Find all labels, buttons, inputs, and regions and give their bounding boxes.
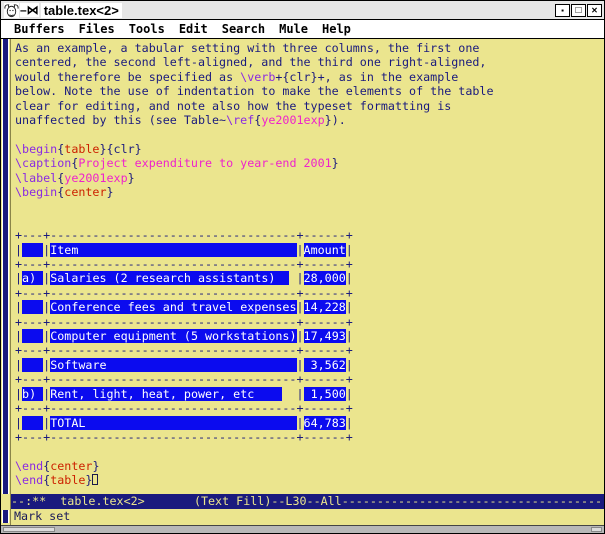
paragraph-line: As an example, a tabular setting with th… xyxy=(15,41,604,55)
vertical-scrollbar-thumb[interactable] xyxy=(2,39,9,494)
menu-files[interactable]: Files xyxy=(79,22,115,36)
menu-mule[interactable]: Mule xyxy=(279,22,308,36)
text-cursor xyxy=(92,474,98,485)
title-bar[interactable]: –⋈ table.tex<2> ▪ □ ✕ xyxy=(1,1,604,20)
table-border: +---+-----------------------------------… xyxy=(15,228,604,242)
table-row: |b) |Rent, light, heat, power, etc | 1,5… xyxy=(15,387,604,401)
menu-help[interactable]: Help xyxy=(322,22,351,36)
mode-line: --:** table.tex<2> (Text Fill)--L30--All… xyxy=(11,494,604,509)
table-border: +---+-----------------------------------… xyxy=(15,372,604,386)
table-border: +---+-----------------------------------… xyxy=(15,343,604,357)
minimize-button[interactable]: ▪ xyxy=(555,4,570,17)
table-border: +---+-----------------------------------… xyxy=(15,257,604,271)
table-border: +---+-----------------------------------… xyxy=(15,430,604,444)
blank-line xyxy=(15,199,604,213)
title-decoration: –⋈ xyxy=(20,3,39,17)
paragraph-line: centered, the second left-aligned, and t… xyxy=(15,55,604,69)
paragraph-line: below. Note the use of indentation to ma… xyxy=(15,84,604,98)
menu-buffers[interactable]: Buffers xyxy=(14,22,65,36)
buffer-text-area[interactable]: As an example, a tabular setting with th… xyxy=(11,39,604,494)
menu-bar: Buffers Files Tools Edit Search Mule Hel… xyxy=(1,20,604,39)
table-row: |a) |Salaries (2 research assistants) |2… xyxy=(15,271,604,285)
horizontal-scrollbar[interactable] xyxy=(1,525,604,533)
blank-line xyxy=(15,444,604,458)
table-row: | |Software | 3,562| xyxy=(15,358,604,372)
table-row: | |TOTAL |64,783| xyxy=(15,416,604,430)
maximize-button[interactable]: □ xyxy=(571,4,586,17)
close-button[interactable]: ✕ xyxy=(587,4,602,17)
table-border: +---+-----------------------------------… xyxy=(15,315,604,329)
paragraph-line: unaffected by this (see Table~\ref{ye200… xyxy=(15,113,604,127)
table-row: | |Item |Amount| xyxy=(15,243,604,257)
minibuffer-scrollbar-thumb[interactable] xyxy=(2,510,9,523)
window-title: table.tex<2> xyxy=(41,3,122,18)
paragraph-line: clear for editing, and note also how the… xyxy=(15,99,604,113)
latex-begin-center: \begin{center} xyxy=(15,185,604,199)
latex-end-table: \end{table} xyxy=(15,473,604,487)
table-border: +---+-----------------------------------… xyxy=(15,401,604,415)
blank-line xyxy=(15,127,604,141)
resize-grip[interactable] xyxy=(591,527,602,532)
gnu-icon xyxy=(4,3,19,18)
client-area: As an example, a tabular setting with th… xyxy=(1,39,604,525)
menu-tools[interactable]: Tools xyxy=(129,22,165,36)
latex-caption: \caption{Project expenditure to year-end… xyxy=(15,156,604,170)
table-row: | |Conference fees and travel expenses|1… xyxy=(15,300,604,314)
minibuffer[interactable]: Mark set xyxy=(11,509,604,525)
scrollbar-gutter xyxy=(1,39,11,525)
latex-end-center: \end{center} xyxy=(15,459,604,473)
main-column: As an example, a tabular setting with th… xyxy=(11,39,604,525)
latex-begin-table: \begin{table}{clr} xyxy=(15,142,604,156)
latex-label: \label{ye2001exp} xyxy=(15,171,604,185)
paragraph-line: would therefore be specified as \verb+{c… xyxy=(15,70,604,84)
table-border: +---+-----------------------------------… xyxy=(15,286,604,300)
menu-search[interactable]: Search xyxy=(222,22,265,36)
horizontal-scrollbar-thumb[interactable] xyxy=(3,527,55,532)
emacs-window: –⋈ table.tex<2> ▪ □ ✕ Buffers Files Tool… xyxy=(0,0,605,534)
blank-line xyxy=(15,214,604,228)
menu-edit[interactable]: Edit xyxy=(179,22,208,36)
table-row: | |Computer equipment (5 workstations)|1… xyxy=(15,329,604,343)
